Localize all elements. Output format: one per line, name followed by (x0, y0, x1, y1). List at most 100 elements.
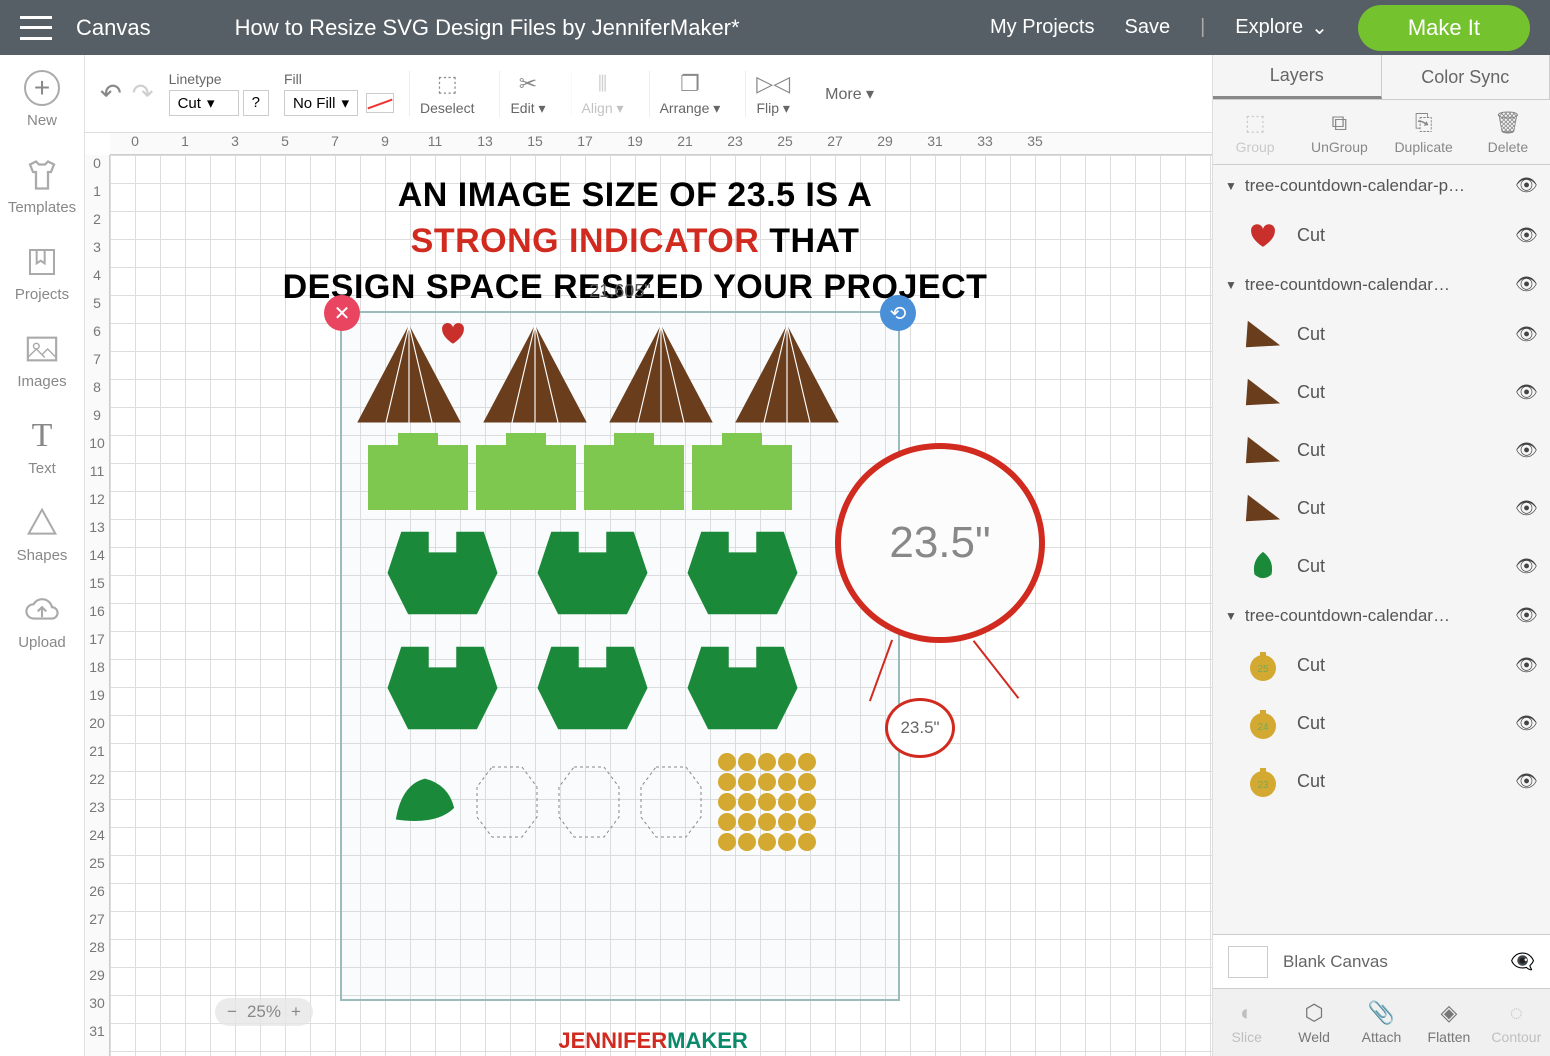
arrange-button[interactable]: ❐Arrange ▾ (649, 71, 731, 117)
eye-icon[interactable]: 👁 (1515, 175, 1538, 196)
eye-icon[interactable]: 👁 (1515, 225, 1538, 246)
ruler-horizontal: 01357911131517192123252729313335 (110, 133, 1212, 155)
layer-label: Cut (1297, 324, 1501, 345)
fill-label: Fill (284, 71, 394, 87)
layer-thumbnail: 23 (1243, 762, 1283, 800)
duplicate-button[interactable]: ⎘Duplicate (1382, 100, 1466, 164)
layer-item[interactable]: Cut👁 (1213, 479, 1550, 537)
visibility-off-icon[interactable]: 👁‍🗨 (1510, 949, 1535, 974)
deselect-button[interactable]: ⬚Deselect (409, 71, 484, 116)
eye-icon[interactable]: 👁 (1515, 498, 1538, 519)
eye-icon[interactable]: 👁 (1515, 556, 1538, 577)
zoom-out-button[interactable]: − (227, 1002, 237, 1022)
heart-shape (440, 321, 466, 343)
group-button[interactable]: ⬚Group (1213, 100, 1297, 164)
layer-item[interactable]: 23Cut👁 (1213, 752, 1550, 810)
layer-item[interactable]: Cut👁 (1213, 363, 1550, 421)
templates-tool[interactable]: Templates (0, 157, 84, 216)
canvas-label: Canvas (76, 15, 151, 41)
shirt-icon (24, 157, 60, 193)
linetype-help-button[interactable]: ? (243, 90, 269, 116)
cloud-upload-icon (24, 592, 60, 628)
projects-tool[interactable]: Projects (0, 244, 84, 303)
slice-button[interactable]: ◐Slice (1213, 989, 1280, 1056)
align-button[interactable]: ⫴Align ▾ (571, 71, 634, 117)
canvas-area[interactable]: 01357911131517192123252729313335 0123456… (85, 133, 1212, 1056)
svg-text:25: 25 (1257, 664, 1269, 675)
flatten-icon: ◈ (1440, 1000, 1457, 1026)
chevron-down-icon: ▾ (207, 94, 215, 112)
layer-list[interactable]: ▼tree-countdown-calendar-p…👁Cut👁▼tree-co… (1213, 165, 1550, 934)
layer-label: Cut (1297, 556, 1501, 577)
project-title: How to Resize SVG Design Files by Jennif… (235, 15, 740, 41)
eye-icon[interactable]: 👁 (1515, 324, 1538, 345)
layers-tab[interactable]: Layers (1213, 55, 1382, 99)
eye-icon[interactable]: 👁 (1515, 274, 1538, 295)
selection-width-label: 21.605" (589, 281, 650, 302)
shapes-tool[interactable]: Shapes (0, 505, 84, 564)
blank-canvas-label: Blank Canvas (1283, 952, 1388, 972)
chevron-down-icon: ▾ (341, 94, 349, 112)
eye-icon[interactable]: 👁 (1515, 382, 1538, 403)
duplicate-icon: ⎘ (1415, 110, 1433, 136)
layer-thumbnail: 25 (1243, 646, 1283, 684)
my-projects-link[interactable]: My Projects (990, 16, 1094, 39)
flatten-button[interactable]: ◈Flatten (1415, 989, 1482, 1056)
eye-icon[interactable]: 👁 (1515, 713, 1538, 734)
align-icon: ⫴ (598, 71, 607, 97)
contour-icon: ◌ (1510, 1000, 1523, 1026)
text-icon: T (24, 418, 60, 454)
color-sync-tab[interactable]: Color Sync (1382, 55, 1550, 99)
layer-item[interactable]: 24Cut👁 (1213, 694, 1550, 752)
layer-group-header[interactable]: ▼tree-countdown-calendar-p…👁 (1213, 165, 1550, 206)
watermark: JENNIFERMAKER (558, 1028, 747, 1054)
layer-thumbnail (1243, 547, 1283, 585)
layer-group-header[interactable]: ▼tree-countdown-calendar…👁 (1213, 595, 1550, 636)
layer-group-header[interactable]: ▼tree-countdown-calendar…👁 (1213, 264, 1550, 305)
chevron-down-icon: ▼ (1225, 609, 1237, 623)
zoom-in-button[interactable]: + (291, 1002, 301, 1022)
layer-item[interactable]: Cut👁 (1213, 206, 1550, 264)
linetype-select[interactable]: Cut▾ (169, 90, 239, 116)
save-link[interactable]: Save (1124, 16, 1170, 39)
canvas-info[interactable]: Blank Canvas 👁‍🗨 (1213, 934, 1550, 988)
weld-button[interactable]: ⬡Weld (1280, 989, 1347, 1056)
layer-item[interactable]: 25Cut👁 (1213, 636, 1550, 694)
layer-thumbnail (1243, 216, 1283, 254)
undo-button[interactable]: ↶ (100, 78, 122, 109)
right-panel: Layers Color Sync ⬚Group ⧉UnGroup ⎘Dupli… (1212, 55, 1550, 1056)
menu-icon[interactable] (20, 16, 52, 40)
new-tool[interactable]: +New (0, 70, 84, 129)
text-tool[interactable]: TText (0, 418, 84, 477)
layer-thumbnail (1243, 489, 1283, 527)
redo-button[interactable]: ↷ (132, 78, 154, 109)
make-it-button[interactable]: Make It (1358, 5, 1530, 51)
upload-tool[interactable]: Upload (0, 592, 84, 651)
contour-button[interactable]: ◌Contour (1483, 989, 1550, 1056)
layer-label: Cut (1297, 440, 1501, 461)
attach-icon: 📎 (1368, 1000, 1395, 1026)
edit-button[interactable]: ✂Edit ▾ (499, 71, 555, 117)
explore-dropdown[interactable]: Explore⌄ (1235, 15, 1328, 40)
fill-select[interactable]: No Fill▾ (284, 90, 358, 116)
svg-text:24: 24 (1257, 722, 1269, 733)
layer-item[interactable]: Cut 👁 (1213, 537, 1550, 595)
ruler-vertical: 0123456789101112131415161718192021222324… (85, 155, 110, 1056)
eye-icon[interactable]: 👁 (1515, 655, 1538, 676)
eye-icon[interactable]: 👁 (1515, 771, 1538, 792)
flip-button[interactable]: ▷◁Flip ▾ (745, 71, 800, 117)
fill-swatch[interactable] (366, 93, 394, 113)
more-button[interactable]: More ▾ (815, 84, 884, 104)
trash-icon: 🗑 (1494, 110, 1522, 136)
layer-item[interactable]: Cut 👁 (1213, 421, 1550, 479)
eye-icon[interactable]: 👁 (1515, 440, 1538, 461)
zoom-control[interactable]: − 25% + (215, 998, 313, 1026)
eye-icon[interactable]: 👁 (1515, 605, 1538, 626)
edit-icon: ✂ (519, 71, 537, 97)
images-tool[interactable]: Images (0, 331, 84, 390)
design-shapes (340, 311, 900, 856)
layer-item[interactable]: Cut 👁 (1213, 305, 1550, 363)
delete-button[interactable]: 🗑Delete (1466, 100, 1550, 164)
attach-button[interactable]: 📎Attach (1348, 989, 1415, 1056)
ungroup-button[interactable]: ⧉UnGroup (1297, 100, 1381, 164)
